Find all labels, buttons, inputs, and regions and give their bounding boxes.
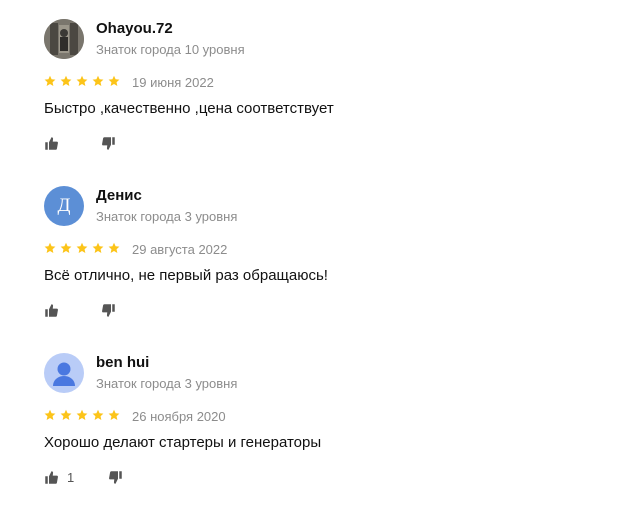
star-icon bbox=[108, 409, 120, 420]
thumbs-up-icon bbox=[45, 137, 58, 150]
star-icon bbox=[60, 409, 72, 420]
star-icon bbox=[76, 409, 88, 420]
review-text: Быстро ,качественно ,цена соответствует bbox=[44, 100, 334, 117]
reactions bbox=[44, 303, 116, 318]
review-text: Всё отлично, не первый раз обращаюсь! bbox=[44, 267, 328, 284]
avatar-photo-icon bbox=[44, 19, 84, 59]
user-silhouette-icon bbox=[53, 362, 75, 386]
review-card: ben hui Знаток города 3 уровня 26 ноября… bbox=[0, 334, 620, 502]
review-date: 29 августа 2022 bbox=[132, 242, 228, 257]
star-icon bbox=[44, 242, 56, 253]
avatar[interactable]: Д bbox=[44, 186, 84, 226]
avatar[interactable] bbox=[44, 19, 84, 59]
reviewer-name[interactable]: Ohayou.72 bbox=[96, 20, 173, 37]
star-icon bbox=[92, 242, 104, 253]
review-card: Ohayou.72 Знаток города 10 уровня 19 июн… bbox=[0, 0, 620, 168]
dislike-button[interactable] bbox=[101, 136, 116, 151]
avatar-letter: Д bbox=[57, 195, 71, 216]
thumbs-up-icon bbox=[45, 304, 58, 317]
thumbs-down-icon bbox=[102, 137, 115, 150]
dislike-button[interactable] bbox=[108, 470, 123, 485]
star-icon bbox=[108, 75, 120, 86]
thumbs-down-icon bbox=[102, 304, 115, 317]
star-icon bbox=[92, 409, 104, 420]
star-icon bbox=[76, 75, 88, 86]
reviewer-level: Знаток города 3 уровня bbox=[96, 376, 238, 391]
rating-stars bbox=[44, 409, 120, 421]
star-icon bbox=[76, 242, 88, 253]
avatar[interactable] bbox=[44, 353, 84, 393]
thumbs-down-icon bbox=[109, 471, 122, 484]
reactions bbox=[44, 136, 116, 151]
reviewer-name[interactable]: ben hui bbox=[96, 354, 149, 371]
reviewer-level: Знаток города 10 уровня bbox=[96, 42, 245, 57]
like-button[interactable] bbox=[44, 136, 67, 151]
rating-stars bbox=[44, 242, 120, 254]
like-button[interactable] bbox=[44, 303, 67, 318]
star-icon bbox=[60, 242, 72, 253]
star-icon bbox=[92, 75, 104, 86]
reactions: 1 bbox=[44, 470, 123, 485]
dislike-button[interactable] bbox=[101, 303, 116, 318]
star-icon bbox=[108, 242, 120, 253]
reviewer-level: Знаток города 3 уровня bbox=[96, 209, 238, 224]
star-icon bbox=[44, 409, 56, 420]
review-text: Хорошо делают стартеры и генераторы bbox=[44, 434, 322, 451]
reviewer-name[interactable]: Денис bbox=[96, 187, 142, 204]
thumbs-up-icon bbox=[45, 471, 58, 484]
star-icon bbox=[44, 75, 56, 86]
review-date: 19 июня 2022 bbox=[132, 75, 214, 90]
review-date: 26 ноября 2020 bbox=[132, 409, 226, 424]
rating-stars bbox=[44, 75, 120, 87]
review-card: Д Денис Знаток города 3 уровня 29 август… bbox=[0, 167, 620, 335]
like-count: 1 bbox=[67, 470, 75, 485]
star-icon bbox=[60, 75, 72, 86]
like-button[interactable]: 1 bbox=[44, 470, 74, 485]
